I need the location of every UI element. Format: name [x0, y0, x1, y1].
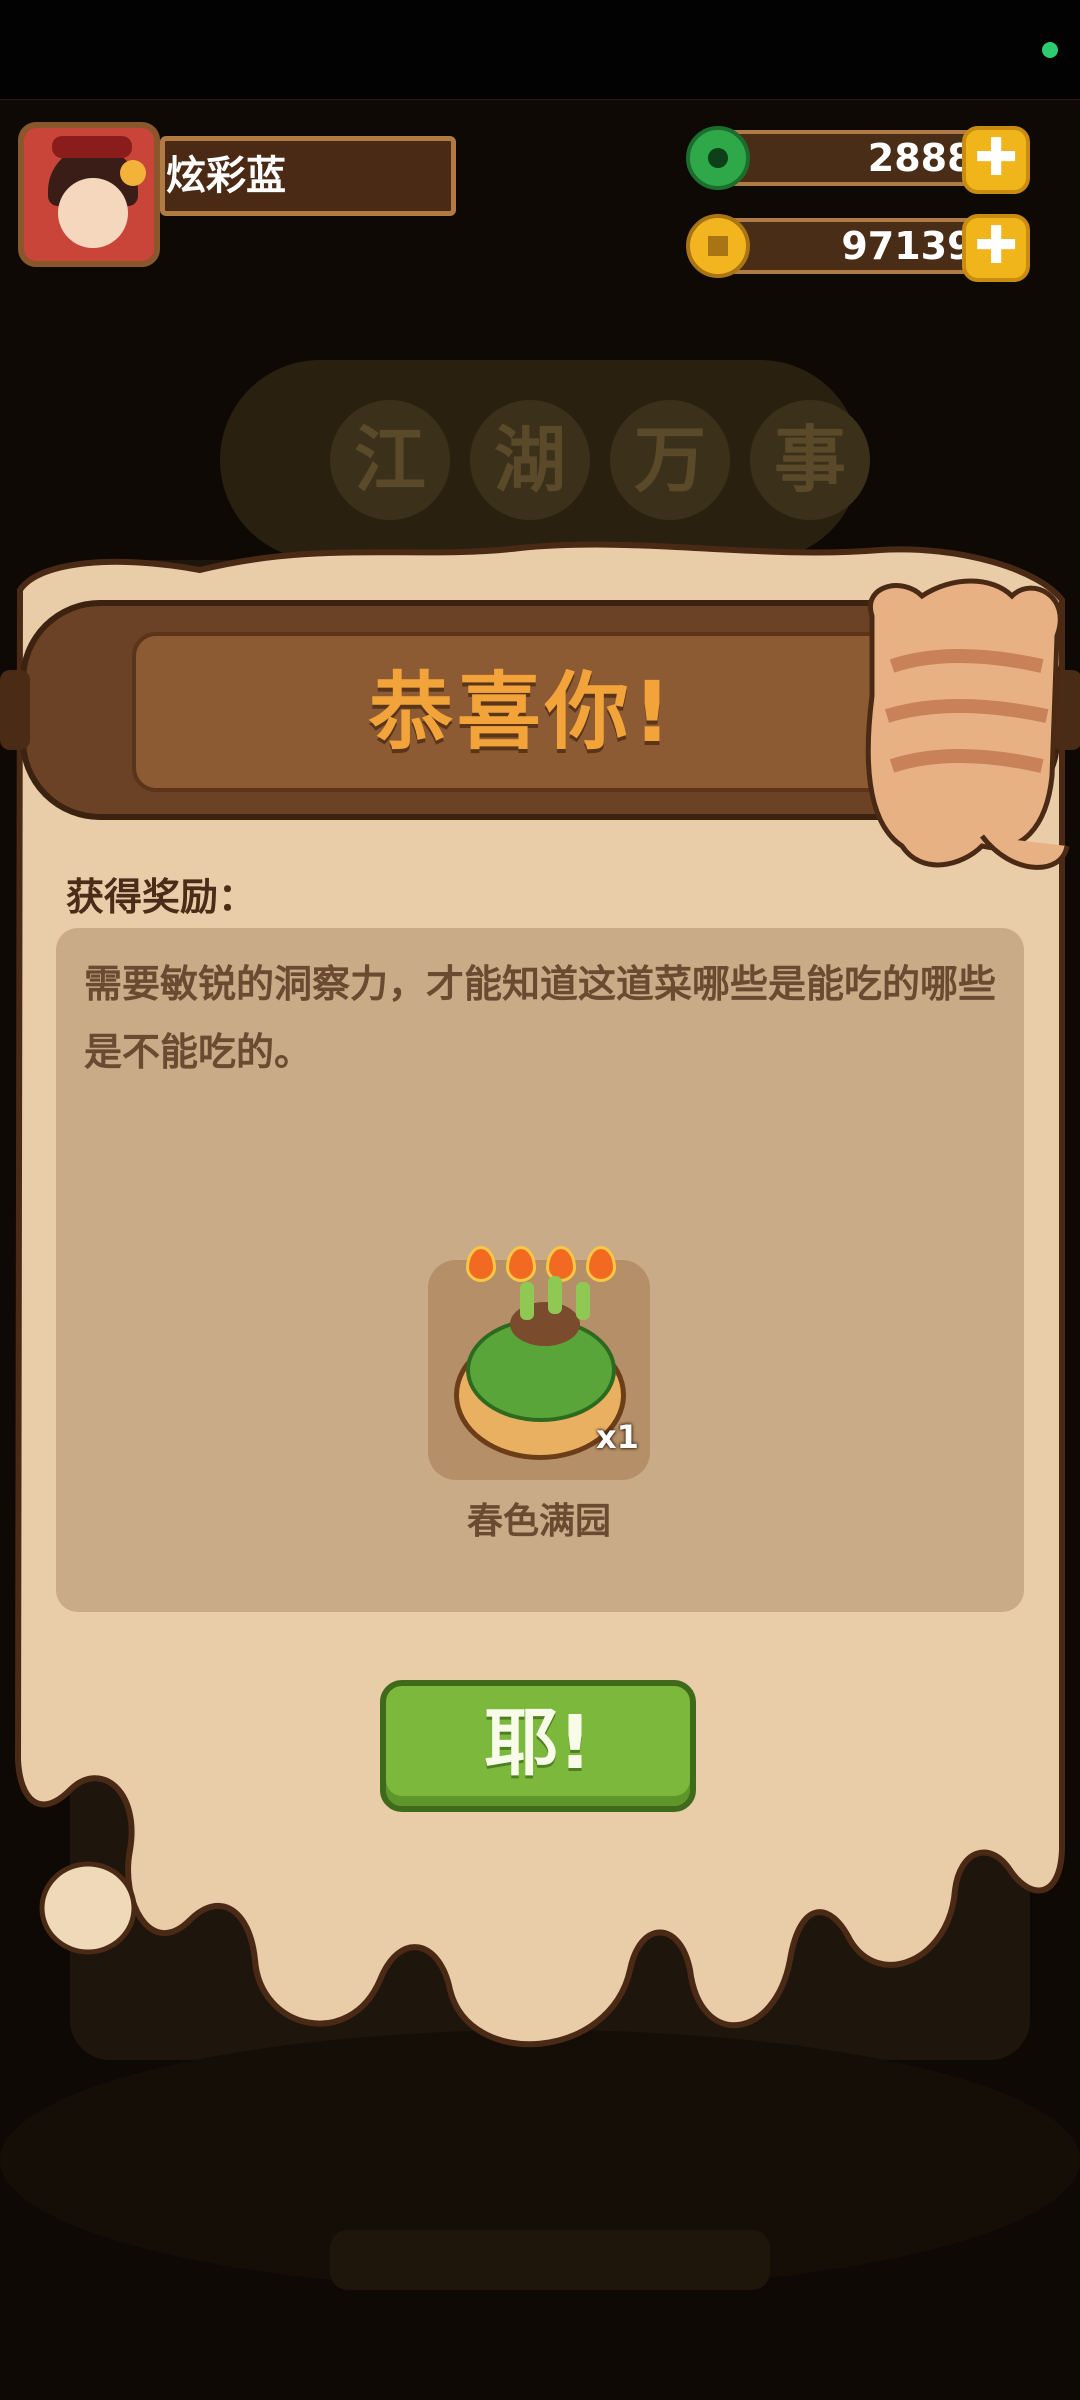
rod-end-left — [0, 670, 30, 750]
confirm-button-label[interactable]: 耶! — [380, 1680, 696, 1806]
reward-label: 获得奖励： — [66, 875, 257, 919]
popup-title: 恭喜你! — [368, 663, 676, 761]
background-button — [330, 2230, 770, 2290]
reward-description: 需要敏锐的洞察力，才能知道这道菜哪些是能吃的哪些是不能吃的。 — [84, 962, 997, 1074]
reward-item-name: 春色满园 — [466, 1501, 611, 1542]
cat-mascot-icon — [865, 578, 1070, 870]
reward-item-count: x1 — [596, 1418, 639, 1456]
flame-star-icon — [586, 1246, 616, 1282]
flame-star-icon — [506, 1246, 536, 1282]
flame-star-icon — [466, 1246, 496, 1282]
